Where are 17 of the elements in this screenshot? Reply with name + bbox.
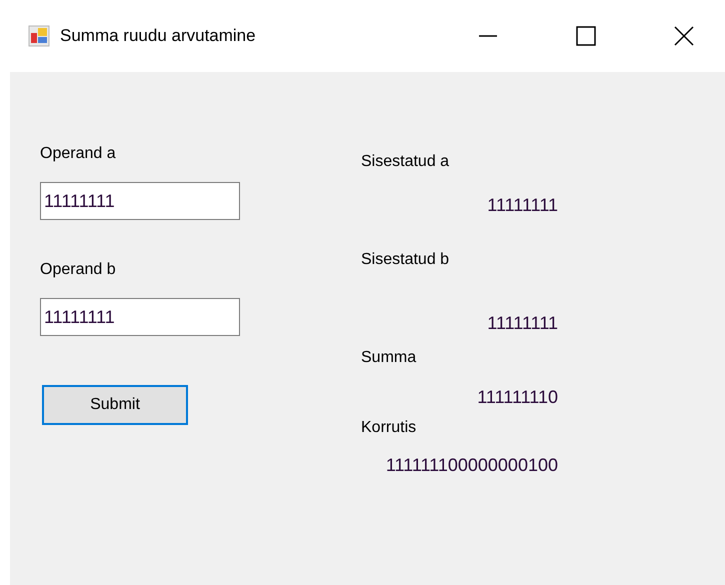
result-value: 111111110 bbox=[476, 386, 558, 408]
window-title: Summa ruudu arvutamine bbox=[60, 25, 256, 48]
app-icon bbox=[28, 25, 50, 47]
close-icon[interactable] bbox=[673, 25, 695, 47]
submit-button[interactable]: Submit bbox=[42, 385, 188, 425]
maximize-icon[interactable] bbox=[575, 25, 597, 47]
field-label: Operand b bbox=[40, 260, 117, 280]
input-field[interactable]: 11111111 bbox=[40, 298, 240, 336]
result-label: Sisestatud b bbox=[360, 250, 450, 270]
result-value: 11111111 bbox=[486, 312, 558, 334]
result-label: Sisestatud a bbox=[360, 152, 450, 172]
result-value: 111111100000000100 bbox=[384, 454, 558, 476]
result-value: 11111111 bbox=[486, 194, 558, 216]
result-label: Summa bbox=[360, 348, 418, 368]
result-label: Korrutis bbox=[360, 418, 418, 438]
field-label: Operand a bbox=[40, 144, 117, 164]
input-field[interactable]: 11111111 bbox=[40, 182, 240, 220]
